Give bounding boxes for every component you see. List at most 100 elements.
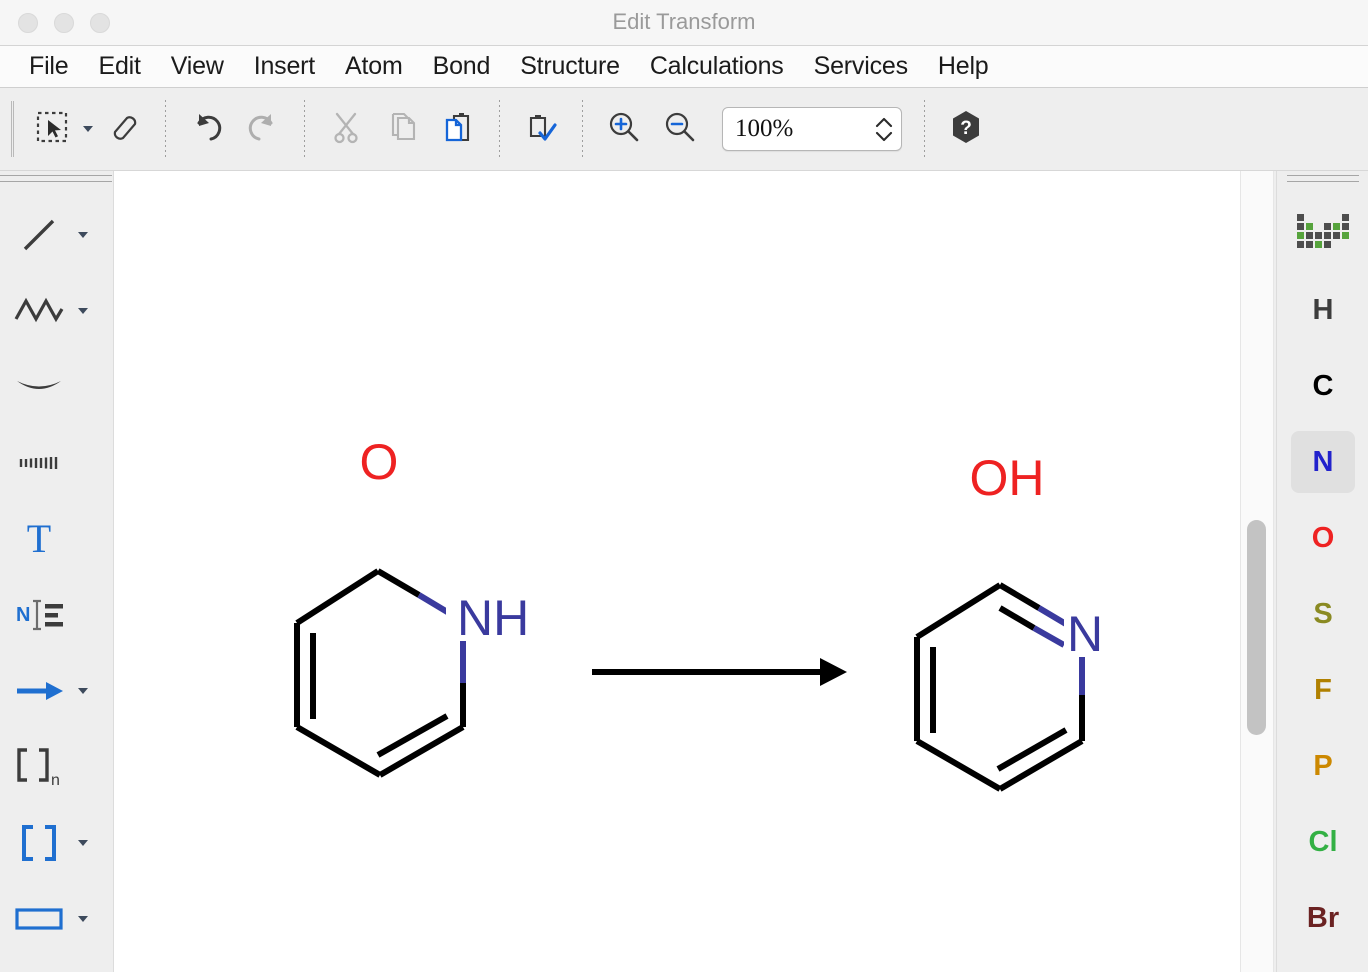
- clipboard-check-icon: [523, 110, 559, 149]
- repeating-group-tool[interactable]: n: [8, 735, 106, 799]
- element-button-f[interactable]: F: [1291, 659, 1355, 721]
- element-button-s[interactable]: S: [1291, 583, 1355, 645]
- paste-button[interactable]: [430, 100, 486, 158]
- element-symbol-f: F: [1314, 673, 1332, 706]
- help-hexagon-icon: ?: [949, 109, 983, 150]
- check-structure-button[interactable]: [513, 100, 569, 158]
- chevron-down-icon: [78, 308, 88, 314]
- menu-file[interactable]: File: [14, 52, 83, 81]
- chain-tool[interactable]: [8, 279, 106, 343]
- main-toolbar: 100% ?: [0, 88, 1368, 171]
- single-bond-tool[interactable]: [8, 203, 106, 267]
- single-bond-dropdown[interactable]: [70, 203, 96, 267]
- hash-bond-tool[interactable]: [8, 431, 106, 495]
- title-bar: Edit Transform: [0, 0, 1368, 46]
- atom-label-nitrogen: N: [1067, 606, 1103, 662]
- right-rail-grip[interactable]: [1287, 175, 1359, 187]
- magnifier-plus-icon: [606, 109, 642, 150]
- element-button-c[interactable]: C: [1291, 355, 1355, 417]
- hashed-wedge-icon: [8, 431, 70, 495]
- element-symbol-o: O: [1311, 521, 1335, 554]
- chevron-down-icon: [78, 916, 88, 922]
- text-t-icon: T: [8, 507, 70, 571]
- menu-atom[interactable]: Atom: [330, 52, 418, 81]
- menu-calculations[interactable]: Calculations: [635, 52, 799, 81]
- product-structure-2-hydroxypyridine[interactable]: OH N: [914, 450, 1110, 792]
- element-button-h[interactable]: H: [1291, 279, 1355, 341]
- toolbar-separator-4: [582, 100, 583, 158]
- element-button-cl[interactable]: Cl: [1291, 811, 1355, 873]
- atom-label-tool[interactable]: N: [8, 583, 106, 647]
- menu-structure[interactable]: Structure: [505, 52, 635, 81]
- zoom-in-button[interactable]: [596, 100, 652, 158]
- menu-bond[interactable]: Bond: [418, 52, 506, 81]
- magnifier-minus-icon: [662, 109, 698, 150]
- undo-button[interactable]: [179, 100, 235, 158]
- zoom-stepper[interactable]: [867, 108, 901, 150]
- atom-label-nh: NH: [457, 590, 529, 646]
- atom-label-icon: N: [8, 583, 70, 647]
- copy-pages-icon: [385, 110, 419, 149]
- menu-insert[interactable]: Insert: [239, 52, 330, 81]
- zoom-level-field[interactable]: 100%: [722, 107, 902, 151]
- reaction-arrow-dropdown[interactable]: [70, 659, 96, 723]
- selection-tool-dropdown[interactable]: [80, 100, 96, 158]
- chevron-down-icon[interactable]: [875, 131, 893, 142]
- element-button-p[interactable]: P: [1291, 735, 1355, 797]
- scissors-icon: [329, 110, 363, 149]
- cut-button[interactable]: [318, 100, 374, 158]
- menu-help[interactable]: Help: [923, 52, 1004, 81]
- element-palette-sidebar: H C N O S F P Cl Br: [1276, 171, 1368, 972]
- svg-text:?: ?: [960, 118, 972, 139]
- chevron-down-icon: [83, 126, 93, 132]
- redo-button[interactable]: [235, 100, 291, 158]
- reaction-arrow[interactable]: [592, 658, 847, 686]
- chevron-down-icon: [78, 688, 88, 694]
- frame-tool[interactable]: [8, 887, 106, 951]
- chain-tool-dropdown[interactable]: [70, 279, 96, 343]
- chevron-down-icon: [78, 232, 88, 238]
- atom-label-oh: OH: [970, 450, 1045, 506]
- reaction-arrow-tool[interactable]: [8, 659, 106, 723]
- element-button-br[interactable]: Br: [1291, 887, 1355, 949]
- element-symbol-p: P: [1313, 749, 1333, 782]
- eraser-tool-button[interactable]: [96, 100, 152, 158]
- window-title: Edit Transform: [612, 9, 756, 34]
- toolbar-separator-5: [924, 100, 925, 158]
- menu-view[interactable]: View: [156, 52, 239, 81]
- copy-button[interactable]: [374, 100, 430, 158]
- redo-arrow-icon: [245, 110, 281, 149]
- brackets-n-icon: n: [8, 735, 70, 799]
- reactant-structure-2-pyridone[interactable]: O NH: [294, 434, 529, 778]
- bracket-tool-dropdown[interactable]: [70, 811, 96, 875]
- eraser-icon: [105, 110, 143, 149]
- molecule-canvas[interactable]: O NH OH N: [114, 171, 1240, 972]
- wedge-bond-tool[interactable]: [8, 355, 106, 419]
- clipboard-paste-icon: [441, 110, 475, 149]
- text-tool[interactable]: T: [8, 507, 106, 571]
- toolbar-separator-2: [304, 100, 305, 158]
- drawing-tools-sidebar: T N n: [0, 171, 114, 972]
- rectangle-frame-icon: [8, 887, 70, 951]
- menu-edit[interactable]: Edit: [83, 52, 155, 81]
- element-symbol-h: H: [1312, 293, 1334, 326]
- chevron-up-icon[interactable]: [875, 117, 893, 128]
- brackets-icon: [8, 811, 70, 875]
- element-symbol-n: N: [1312, 445, 1334, 478]
- help-button[interactable]: ?: [938, 100, 994, 158]
- zoom-out-button[interactable]: [652, 100, 708, 158]
- zigzag-chain-icon: [8, 279, 70, 343]
- toolbar-grip[interactable]: [11, 101, 14, 157]
- zoom-level-value[interactable]: 100%: [723, 115, 867, 143]
- element-symbol-s: S: [1313, 597, 1333, 630]
- svg-text:n: n: [51, 772, 60, 789]
- element-button-n[interactable]: N: [1291, 431, 1355, 493]
- periodic-table-button[interactable]: [1291, 201, 1355, 263]
- element-button-o[interactable]: O: [1291, 507, 1355, 569]
- vertical-scrollbar-thumb[interactable]: [1247, 520, 1266, 735]
- bracket-tool[interactable]: [8, 811, 106, 875]
- menu-services[interactable]: Services: [799, 52, 923, 81]
- selection-tool-button[interactable]: [24, 100, 80, 158]
- frame-tool-dropdown[interactable]: [70, 887, 96, 951]
- left-rail-grip[interactable]: [0, 175, 112, 187]
